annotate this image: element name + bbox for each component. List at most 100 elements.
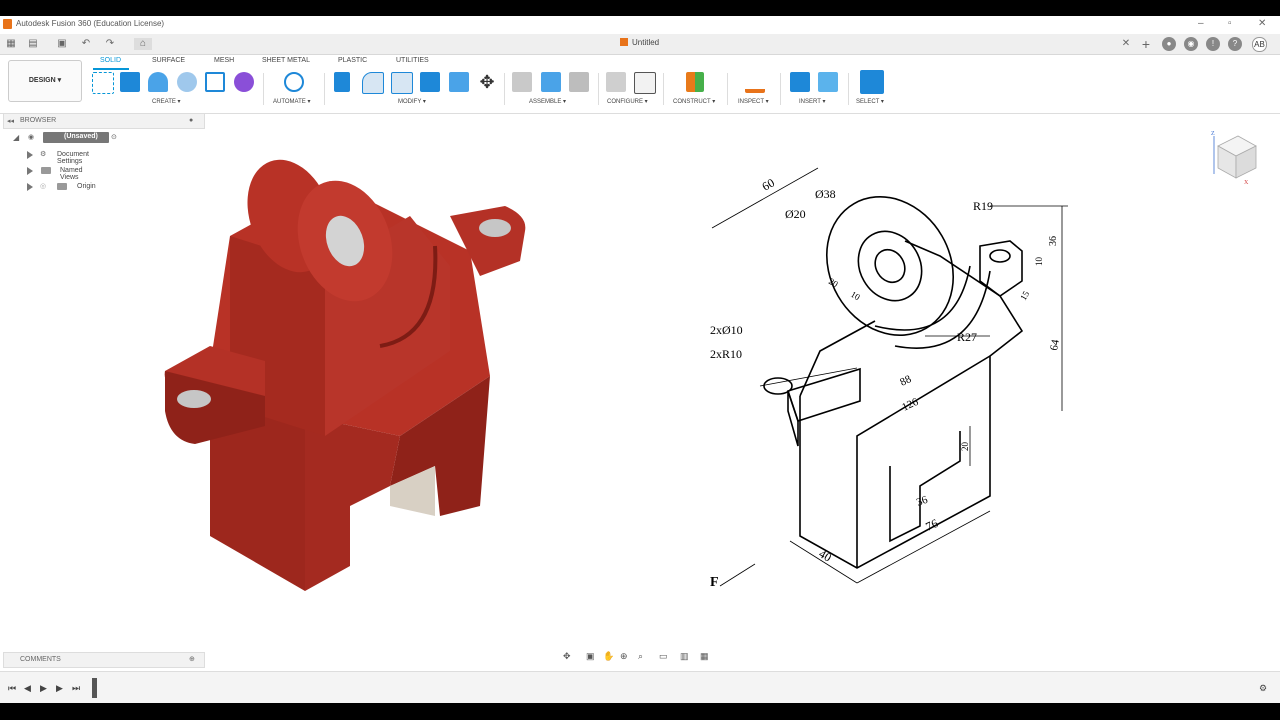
play-icon[interactable]: ▶ — [40, 683, 47, 694]
isometric-drawing: 60 Ø38 Ø20 R19 36 10 15 64 2xØ10 2xR10 2… — [710, 167, 1068, 590]
tab-solid[interactable]: SOLID — [100, 57, 121, 64]
maximize-icon[interactable]: ▫ — [1228, 18, 1232, 29]
orbit-icon[interactable]: ✥ — [563, 651, 571, 662]
activate-icon[interactable]: ⊙ — [111, 133, 117, 141]
revolve-icon[interactable] — [148, 72, 168, 92]
group-assemble[interactable]: ASSEMBLE ▾ — [529, 98, 566, 105]
save-icon[interactable]: ▣ — [56, 38, 68, 50]
step-forward-icon[interactable]: ▶ — [56, 683, 63, 694]
measure-icon[interactable] — [745, 77, 765, 93]
close-document-icon[interactable]: ✕ — [1120, 38, 1132, 50]
3d-model-viewport[interactable] — [150, 136, 540, 601]
file-menu-icon[interactable]: ▤ — [27, 38, 39, 50]
browser-header[interactable]: ◂◂ BROWSER ● — [3, 113, 205, 129]
fillet-icon[interactable] — [362, 72, 384, 94]
group-inspect[interactable]: INSPECT ▾ — [738, 98, 769, 105]
redo-icon[interactable]: ↷ — [104, 38, 116, 50]
ribbon-separator — [598, 73, 599, 105]
joint-icon[interactable] — [512, 72, 532, 92]
undo-icon[interactable]: ↶ — [80, 38, 92, 50]
hole-icon[interactable] — [177, 72, 197, 92]
extensions-icon[interactable]: ● — [1162, 37, 1176, 51]
quick-access-toolbar: ▦ ▤ ▣ ↶ ↷ ⌂ Untitled ✕ + ● ◉ ! ? AB — [0, 34, 1280, 55]
group-create[interactable]: CREATE ▾ — [152, 98, 181, 105]
home-icon[interactable]: ⌂ — [134, 38, 152, 50]
app-grid-icon[interactable]: ▦ — [5, 38, 17, 50]
title-bar: Autodesk Fusion 360 (Education License) … — [0, 16, 1280, 32]
as-built-joint-icon[interactable] — [569, 72, 589, 92]
move-icon[interactable]: ✥ — [477, 72, 497, 92]
insert-derive-icon[interactable] — [790, 72, 810, 92]
tab-sheet-metal[interactable]: SHEET METAL — [262, 57, 310, 64]
display-settings-icon[interactable]: ▭ — [659, 651, 668, 662]
expand-icon[interactable] — [27, 151, 33, 159]
configuration-table-icon[interactable] — [634, 72, 656, 94]
new-component-icon[interactable] — [541, 72, 561, 92]
dim-radius-27: R27 — [957, 330, 977, 344]
job-status-icon[interactable]: ◉ — [1184, 37, 1198, 51]
timeline-settings-icon[interactable]: ⚙ — [1259, 683, 1267, 694]
go-to-end-icon[interactable]: ⏭ — [72, 683, 80, 694]
letterbox-bottom — [0, 703, 1280, 720]
go-to-start-icon[interactable]: ⏮ — [8, 683, 16, 694]
front-view-label: F — [710, 575, 719, 590]
add-comment-icon[interactable]: ⊕ — [189, 655, 195, 663]
chamfer-icon[interactable] — [391, 72, 413, 94]
fit-icon[interactable]: ⌕ — [638, 651, 643, 662]
workspace-switcher[interactable]: DESIGN ▾ — [8, 60, 82, 102]
dim-40: 40 — [817, 546, 834, 564]
viewports-icon[interactable]: ▦ — [700, 651, 709, 662]
help-icon[interactable]: ? — [1228, 37, 1242, 51]
notifications-icon[interactable]: ! — [1206, 37, 1220, 51]
pattern-icon[interactable] — [205, 72, 225, 92]
dimension-labels: 60 Ø38 Ø20 R19 36 10 15 64 2xØ10 2xR10 2… — [710, 175, 1062, 590]
look-at-icon[interactable]: ▣ — [586, 651, 595, 662]
tab-utilities[interactable]: UTILITIES — [396, 57, 429, 64]
browser-pin-icon[interactable]: ● — [189, 117, 193, 124]
grid-settings-icon[interactable]: ▥ — [680, 651, 689, 662]
construct-plane-icon[interactable] — [686, 72, 704, 92]
group-construct[interactable]: CONSTRUCT ▾ — [673, 98, 715, 105]
press-pull-icon[interactable] — [334, 72, 350, 92]
create-sketch-icon[interactable] — [92, 72, 114, 94]
step-back-icon[interactable]: ◀ — [24, 683, 31, 694]
minimize-icon[interactable]: – — [1198, 18, 1204, 29]
group-configure[interactable]: CONFIGURE ▾ — [607, 98, 648, 105]
pan-icon[interactable]: ✋ — [603, 651, 614, 662]
visibility-off-icon[interactable]: ◎ — [40, 182, 46, 190]
tab-mesh[interactable]: MESH — [214, 57, 234, 64]
user-avatar[interactable]: AB — [1252, 37, 1267, 52]
new-tab-icon[interactable]: + — [1140, 37, 1152, 51]
form-icon[interactable] — [234, 72, 254, 92]
group-modify[interactable]: MODIFY ▾ — [398, 98, 426, 105]
tab-plastic[interactable]: PLASTIC — [338, 57, 367, 64]
visibility-icon[interactable]: ◉ — [28, 133, 34, 141]
expand-icon[interactable] — [27, 183, 33, 191]
zoom-icon[interactable]: ⊕ — [620, 651, 628, 662]
group-automate[interactable]: AUTOMATE ▾ — [273, 98, 310, 105]
view-cube[interactable]: Z X — [1206, 126, 1262, 186]
select-icon[interactable] — [860, 70, 884, 94]
timeline-marker[interactable] — [92, 678, 97, 698]
red-bracket-model[interactable] — [164, 148, 526, 591]
combine-icon[interactable] — [449, 72, 469, 92]
svg-text:X: X — [1244, 180, 1249, 186]
comments-panel[interactable]: COMMENTS ⊕ — [3, 652, 205, 668]
expand-icon[interactable] — [27, 167, 33, 175]
collapse-browser-icon[interactable]: ◂◂ — [7, 117, 14, 125]
expand-root-icon[interactable]: ◢ — [13, 133, 19, 142]
dim-88: 88 — [898, 373, 913, 389]
automate-icon[interactable] — [284, 72, 304, 92]
insert-image-icon[interactable] — [818, 72, 838, 92]
configure-icon[interactable] — [606, 72, 626, 92]
group-select[interactable]: SELECT ▾ — [856, 98, 884, 105]
document-tab[interactable]: Untitled — [620, 38, 659, 47]
active-tab-indicator — [93, 68, 129, 70]
fusion-app-window: Autodesk Fusion 360 (Education License) … — [0, 16, 1280, 703]
shell-icon[interactable] — [420, 72, 440, 92]
close-icon[interactable]: ✕ — [1258, 18, 1266, 29]
extrude-icon[interactable] — [120, 72, 140, 92]
drawing-outline — [763, 196, 1024, 569]
tab-surface[interactable]: SURFACE — [152, 57, 185, 64]
group-insert[interactable]: INSERT ▾ — [799, 98, 825, 105]
